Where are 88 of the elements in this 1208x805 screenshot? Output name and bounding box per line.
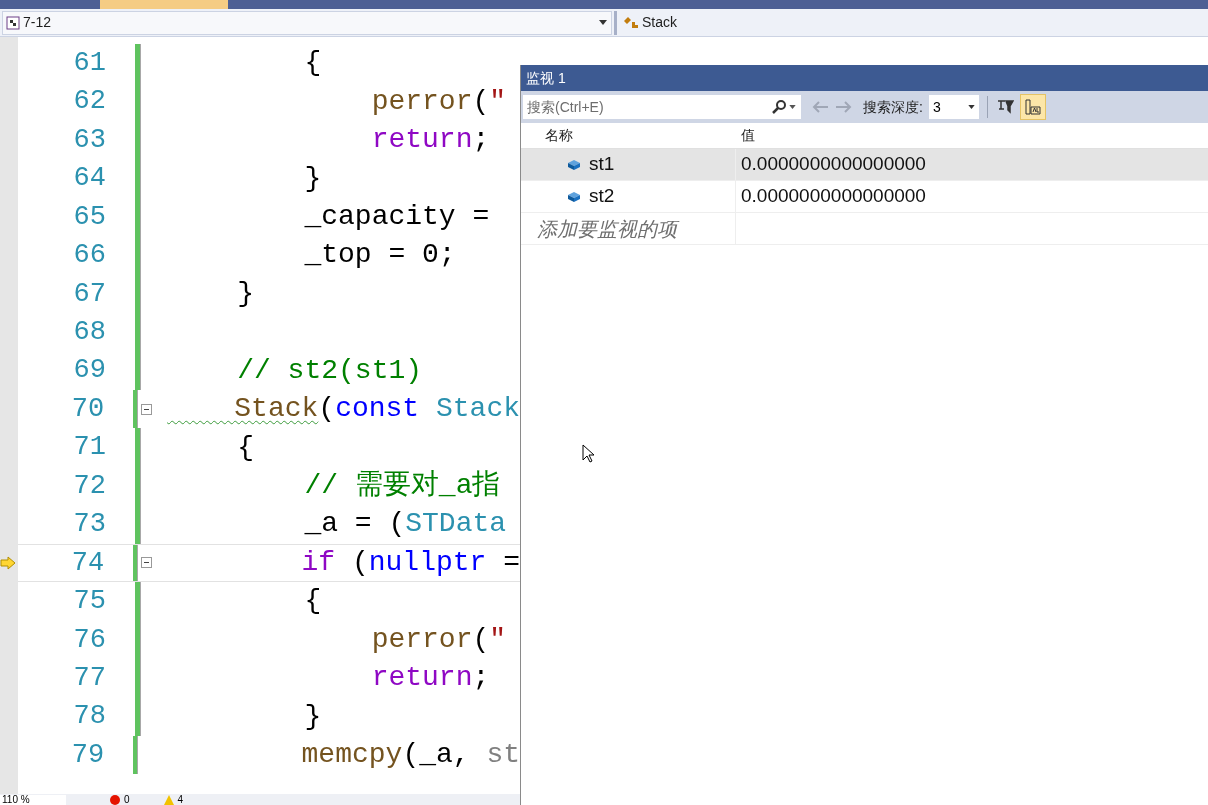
code-text: nullptr [368,545,487,580]
line-number: 75 [72,585,106,619]
line-number: 64 [72,162,106,196]
current-line-arrow-icon [0,555,16,570]
code-text: Stack [233,392,319,427]
code-text: _capacity = [303,199,491,234]
variable-value: 0.0000000000000000 [741,152,926,177]
code-text: // st2(st1) [236,353,423,388]
object-icon [567,190,581,203]
warning-icon [163,794,174,805]
collapse-icon[interactable] [141,557,153,569]
column-header[interactable]: 值 [735,123,1208,148]
code-text: { [303,584,322,619]
code-text: Stack [435,392,520,427]
line-number: 72 [72,469,106,503]
code-text: memcpy [300,738,403,773]
hex-display-icon [1023,98,1042,116]
code-text: } [303,161,322,196]
object-icon [567,158,581,171]
line-number: 76 [72,623,106,657]
line-number: 74 [70,546,105,580]
panel-title: 监视 1 [526,68,566,88]
class-icon [623,15,639,30]
toggle-button[interactable] [1019,94,1046,120]
watch-row[interactable]: st1 0.0000000000000000 [521,149,1208,181]
scope-label: 7-12 [23,13,53,32]
member-label[interactable]: Stack [642,12,677,33]
pin-filter-icon[interactable] [995,98,1014,116]
code-text: perror [370,84,473,119]
line-number: 67 [72,277,106,311]
line-number: 77 [72,661,106,695]
code-text: return [370,123,473,158]
line-number: 69 [72,354,106,388]
code-text: ( [472,622,490,657]
error-icon [110,794,120,805]
variable-name: st1 [589,152,615,177]
mouse-cursor-icon [582,444,595,463]
collapse-icon[interactable] [141,403,153,415]
code-text: ( [318,392,336,427]
code-text: STData [405,507,507,542]
add-watch-placeholder[interactable]: 添加要监视的项 [521,213,735,244]
code-text: ( [472,84,490,119]
line-number: 62 [72,85,106,119]
line-number: 61 [72,46,106,80]
caret-icon [789,105,796,109]
code-text: const [335,392,421,427]
code-text: // 需要对_a指 [303,469,501,504]
line-number: 66 [72,239,106,273]
line-number: 70 [70,392,105,426]
scope-dropdown[interactable]: 7-12 [2,10,612,35]
code-text: = [502,545,520,580]
warning-count: 4 [177,794,184,805]
line-number: 71 [72,431,106,465]
line-number: 73 [72,508,106,542]
code-text: _top = 0; [303,238,456,273]
code-text: if [300,545,336,580]
code-text: " [489,622,507,657]
line-number: 68 [72,316,106,350]
code-text: " [489,84,507,119]
code-text: } [236,276,254,311]
zoom-dropdown[interactable]: 110 % [0,794,66,805]
code-text: _a = ( [303,507,406,542]
caret-icon [967,105,975,109]
line-number: 65 [72,200,106,234]
code-text: return [370,661,473,696]
code-text: st [486,738,520,773]
depth-dropdown[interactable]: 3 [928,95,979,119]
code-text: } [303,699,322,734]
search-field[interactable]: 搜索(Ctrl+E) [523,95,771,119]
variable-name: st2 [589,184,615,209]
error-count: 0 [124,794,130,805]
watch-row[interactable]: st2 0.0000000000000000 [521,181,1208,213]
code-text: ; [472,661,490,696]
line-number: 79 [70,738,105,772]
search-icon [771,99,787,115]
search-button[interactable] [771,95,801,119]
code-text: (_a, [402,738,471,773]
code-text: perror [370,622,473,657]
depth-label: 搜索深度: [863,97,923,117]
code-text: { [303,46,322,81]
code-text: ( [350,545,369,580]
scope-icon [6,15,20,30]
variable-value: 0.0000000000000000 [741,184,926,209]
caret-icon [599,20,607,25]
line-number: 78 [72,700,106,734]
line-number: 63 [72,123,106,157]
code-text: ; [472,123,490,158]
code-text: { [236,430,254,465]
